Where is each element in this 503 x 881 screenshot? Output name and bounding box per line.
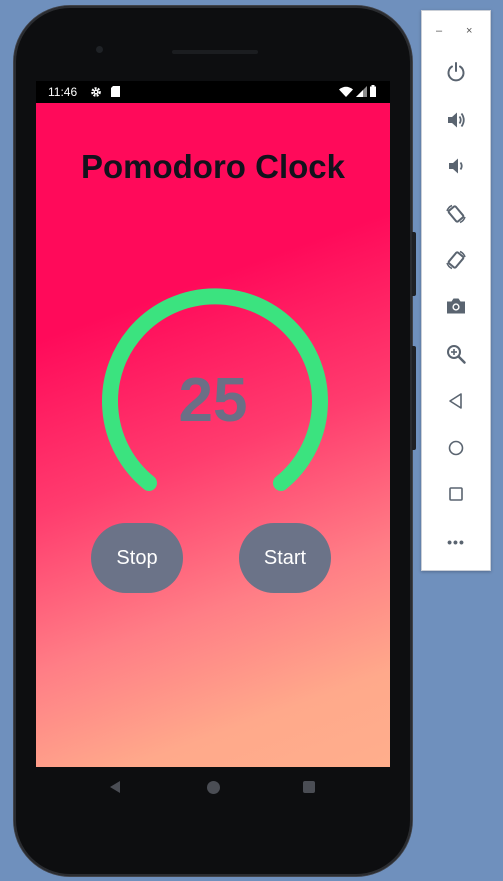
stop-button[interactable]: Stop [91, 523, 183, 593]
volume-down-icon[interactable] [444, 154, 468, 178]
minimize-button[interactable]: – [436, 25, 442, 37]
earpiece-speaker [172, 50, 258, 54]
signal-icon [356, 86, 367, 97]
sd-card-icon [111, 86, 120, 97]
camera-icon[interactable] [444, 294, 468, 318]
front-camera [96, 46, 103, 53]
window-controls: – × [422, 25, 492, 37]
home-icon[interactable] [207, 781, 220, 794]
wifi-icon [339, 86, 353, 97]
gear-icon [91, 87, 101, 97]
navigation-bar [14, 767, 412, 817]
timer-value: 25 [178, 366, 248, 435]
emulator-toolbar: – × ••• [421, 10, 491, 571]
zoom-icon[interactable] [444, 342, 468, 366]
rotate-left-icon[interactable] [444, 202, 468, 226]
volume-rocker [412, 232, 416, 296]
power-icon[interactable] [444, 60, 468, 84]
battery-icon [370, 85, 376, 97]
device-screen: 11:46 Pomodoro Clock 25 Stop Start [36, 81, 390, 767]
power-button [412, 346, 416, 450]
status-time: 11:46 [48, 85, 78, 99]
more-icon[interactable]: ••• [440, 534, 472, 550]
status-bar: 11:46 [36, 81, 390, 103]
back-icon[interactable] [444, 389, 468, 413]
rotate-right-icon[interactable] [444, 248, 468, 272]
home-icon[interactable] [444, 436, 468, 460]
volume-up-icon[interactable] [444, 108, 468, 132]
close-button[interactable]: × [466, 25, 472, 37]
back-icon[interactable] [108, 780, 122, 794]
start-button[interactable]: Start [239, 523, 331, 593]
pomodoro-app: Pomodoro Clock 25 Stop Start [36, 103, 390, 767]
recents-icon[interactable] [303, 781, 315, 793]
overview-icon[interactable] [444, 482, 468, 506]
